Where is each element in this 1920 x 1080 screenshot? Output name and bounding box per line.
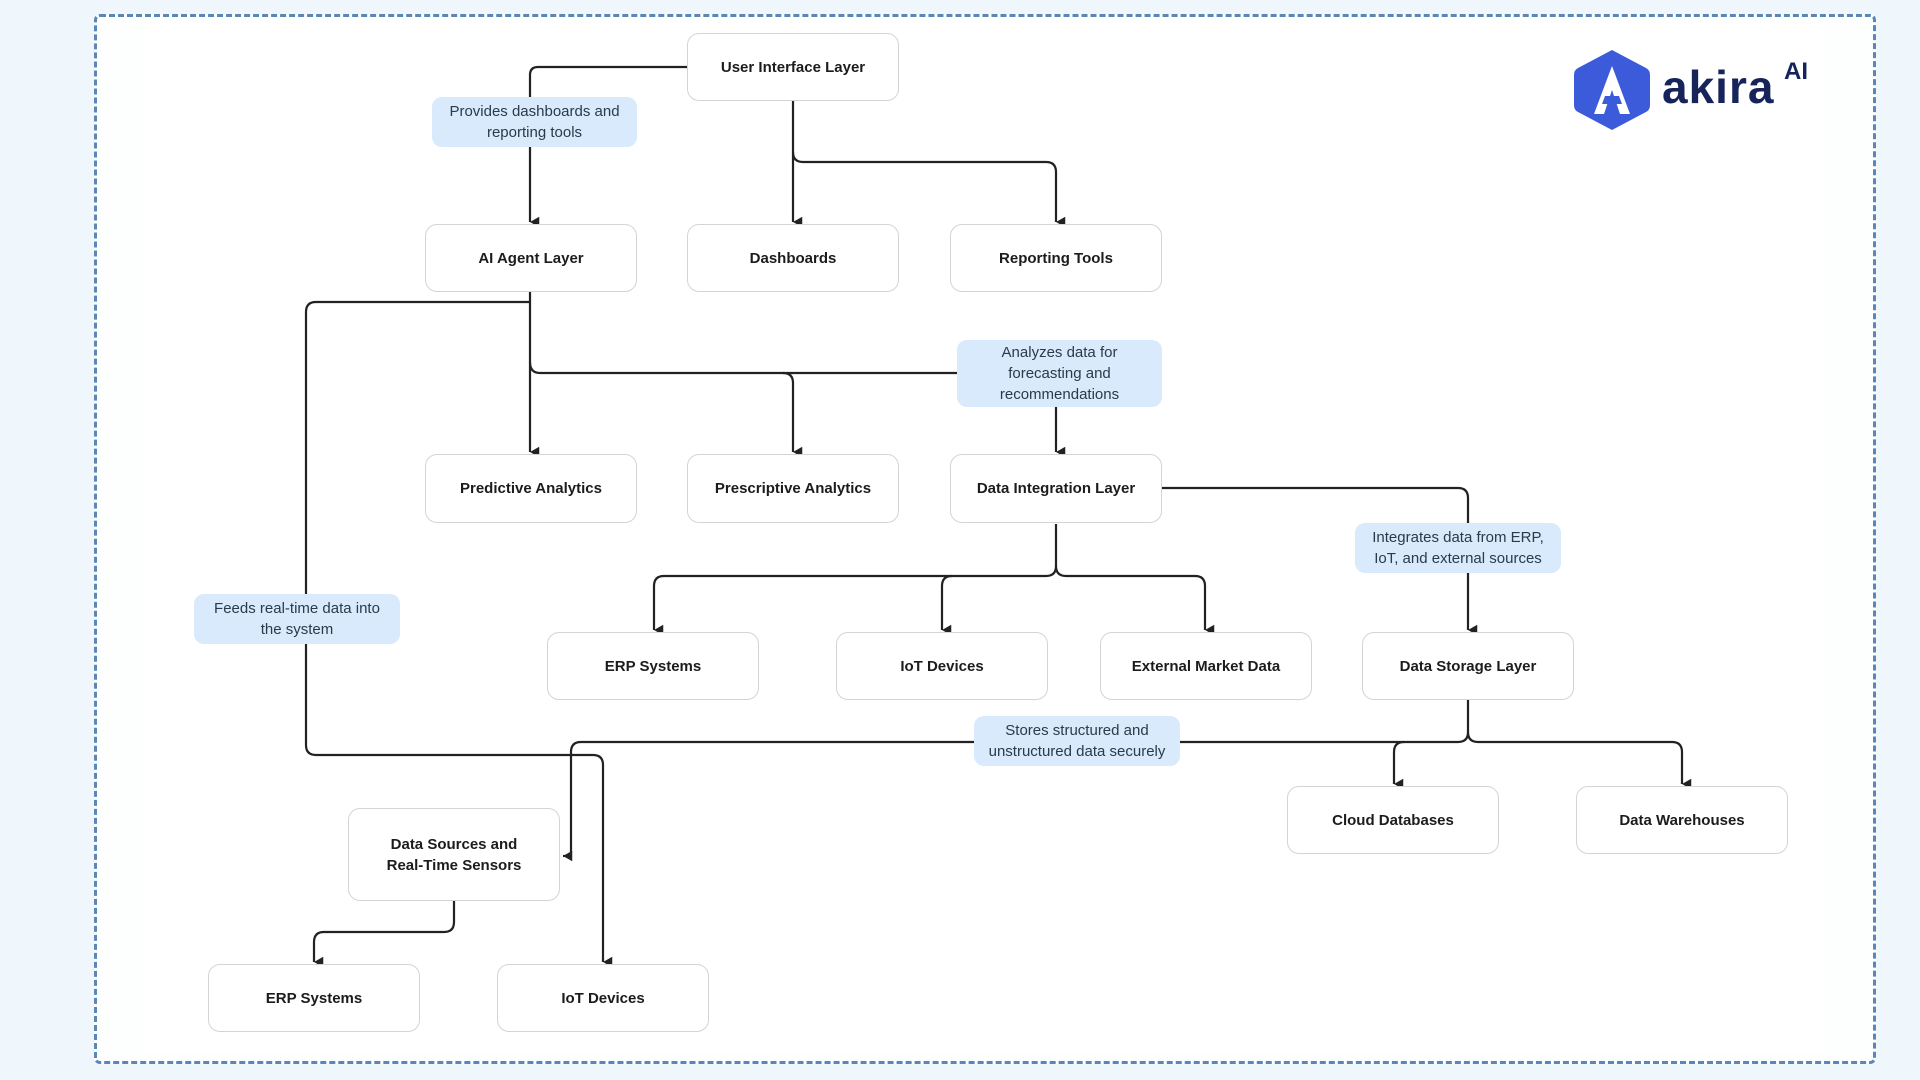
logo-superscript: AI bbox=[1784, 58, 1808, 85]
edge-integration-to-iot bbox=[940, 574, 953, 636]
node-data-integration-layer[interactable]: Data Integration Layer bbox=[950, 454, 1162, 523]
note-feeds-realtime: Feeds real-time data into the system bbox=[194, 594, 400, 644]
node-iot-devices-2[interactable]: IoT Devices bbox=[497, 964, 709, 1032]
edge-ai-to-prescriptive bbox=[782, 371, 803, 458]
edge-sources-to-erp2 bbox=[312, 901, 456, 968]
note-analyzes-data: Analyzes data for forecasting and recommen… bbox=[957, 340, 1162, 407]
node-ai-agent-layer[interactable]: AI Agent Layer bbox=[425, 224, 637, 292]
akira-hexagon-icon bbox=[1574, 50, 1650, 130]
node-external-market-data[interactable]: External Market Data bbox=[1100, 632, 1312, 700]
edge-integration-trunk bbox=[652, 524, 1058, 636]
node-predictive-analytics[interactable]: Predictive Analytics bbox=[425, 454, 637, 523]
edge-integration-to-external bbox=[1054, 565, 1215, 636]
note-integrates-data: Integrates data from ERP, IoT, and extern… bbox=[1355, 523, 1561, 573]
node-data-warehouses[interactable]: Data Warehouses bbox=[1576, 786, 1788, 854]
node-erp-systems-2[interactable]: ERP Systems bbox=[208, 964, 420, 1032]
node-user-interface-layer[interactable]: User Interface Layer bbox=[687, 33, 899, 101]
node-data-storage-layer[interactable]: Data Storage Layer bbox=[1362, 632, 1574, 700]
connector-lines bbox=[304, 65, 1692, 968]
edge-ui-to-reporting bbox=[791, 151, 1066, 228]
note-stores-data: Stores structured and unstructured data s… bbox=[974, 716, 1180, 766]
node-data-sources-sensors[interactable]: Data Sources and Real-Time Sensors bbox=[348, 808, 560, 901]
node-dashboards[interactable]: Dashboards bbox=[687, 224, 899, 292]
edge-ai-to-analyzes bbox=[528, 361, 957, 375]
node-cloud-databases[interactable]: Cloud Databases bbox=[1287, 786, 1499, 854]
node-erp-systems[interactable]: ERP Systems bbox=[547, 632, 759, 700]
node-iot-devices[interactable]: IoT Devices bbox=[836, 632, 1048, 700]
edge-storage-to-cloud bbox=[1392, 740, 1405, 790]
edge-storage-to-warehouses bbox=[1466, 731, 1692, 790]
node-prescriptive-analytics[interactable]: Prescriptive Analytics bbox=[687, 454, 899, 523]
akira-ai-logo: akira AI bbox=[1572, 48, 1822, 132]
node-reporting-tools[interactable]: Reporting Tools bbox=[950, 224, 1162, 292]
logo-wordmark: akira bbox=[1662, 61, 1775, 113]
note-provides-dashboards: Provides dashboards and reporting tools bbox=[432, 97, 637, 147]
